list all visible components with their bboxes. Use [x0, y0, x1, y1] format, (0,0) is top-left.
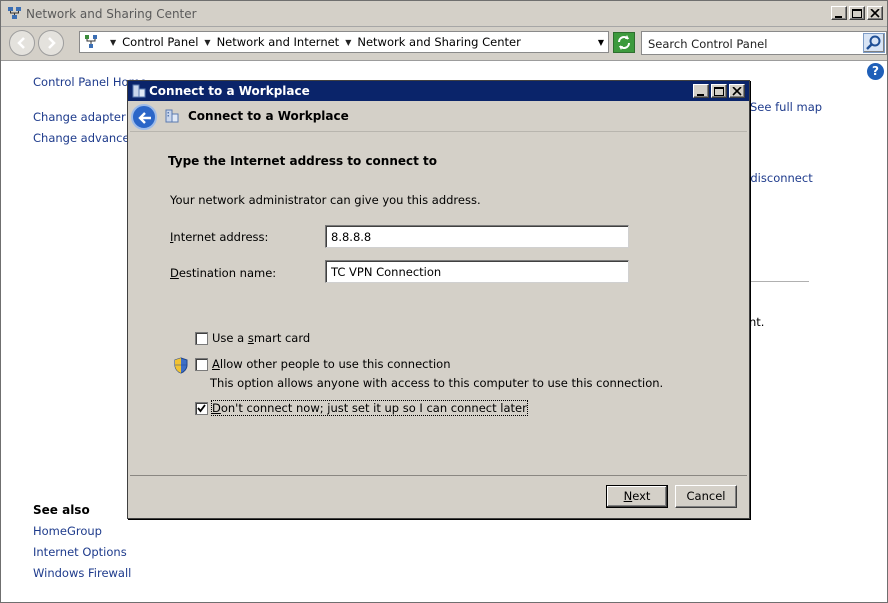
address-bar[interactable]: ▼ Control Panel ▼ Network and Internet ▼… — [79, 31, 609, 53]
uac-shield-icon — [174, 357, 188, 374]
next-button[interactable]: Next — [606, 485, 668, 508]
forward-arrow-icon — [48, 37, 56, 49]
minimize-button[interactable] — [831, 6, 847, 20]
back-arrow-icon — [138, 112, 151, 124]
wizard-content: Type the Internet address to connect to … — [130, 131, 747, 476]
wizard-title: Connect to a Workplace — [188, 109, 349, 123]
see-full-map-link[interactable]: See full map — [750, 100, 822, 114]
background-text-fragment: nt. — [749, 315, 765, 329]
disconnect-link[interactable]: r disconnect — [742, 171, 813, 185]
maximize-button[interactable] — [849, 6, 865, 20]
workplace-icon — [132, 84, 146, 98]
wizard-header: Connect to a Workplace — [128, 101, 749, 131]
maximize-icon — [714, 87, 724, 96]
address-dropdown-icon[interactable]: ▼ — [598, 38, 604, 47]
navigation-bar: ▼ Control Panel ▼ Network and Internet ▼… — [1, 27, 887, 61]
dialog-title: Connect to a Workplace — [149, 84, 310, 98]
dialog-close-button[interactable] — [729, 84, 745, 98]
network-app-icon — [8, 7, 21, 19]
dont-connect-now-checkbox[interactable] — [195, 402, 208, 415]
internet-address-input[interactable] — [325, 225, 629, 248]
minimize-icon — [835, 16, 842, 18]
breadcrumb-network-sharing-center[interactable]: Network and Sharing Center — [357, 35, 520, 49]
help-icon[interactable]: ? — [867, 63, 884, 80]
connect-workplace-dialog: Connect to a Workplace Connect to a Work… — [127, 80, 750, 519]
search-box[interactable]: Search Control Panel — [641, 31, 887, 55]
search-button[interactable] — [863, 33, 885, 53]
allow-others-label[interactable]: Allow other people to use this connectio… — [212, 357, 451, 371]
back-nav-button[interactable] — [9, 30, 35, 56]
check-icon — [197, 404, 206, 413]
page-heading: Type the Internet address to connect to — [168, 154, 438, 168]
allow-others-note: This option allows anyone with access to… — [210, 376, 664, 390]
dont-connect-now-label[interactable]: Don't connect now; just set it up so I c… — [211, 400, 528, 416]
see-also-heading: See also — [33, 503, 90, 517]
windows-firewall-link[interactable]: Windows Firewall — [33, 566, 131, 580]
chevron-down-icon[interactable]: ▼ — [110, 38, 116, 47]
homegroup-link[interactable]: HomeGroup — [33, 524, 102, 538]
close-icon — [732, 87, 742, 96]
search-placeholder: Search Control Panel — [648, 37, 768, 51]
breadcrumb-network-internet[interactable]: Network and Internet — [217, 35, 340, 49]
back-arrow-icon — [17, 37, 25, 49]
internet-address-label: Internet address: — [170, 230, 269, 244]
chevron-down-icon[interactable]: ▼ — [345, 38, 351, 47]
description-text: Your network administrator can give you … — [170, 193, 481, 207]
workplace-network-icon — [165, 109, 179, 123]
breadcrumb-control-panel[interactable]: Control Panel — [122, 35, 198, 49]
dialog-maximize-button[interactable] — [711, 84, 727, 98]
refresh-icon — [618, 35, 630, 50]
dialog-minimize-button[interactable] — [693, 84, 709, 98]
search-icon — [866, 35, 881, 50]
close-icon — [870, 9, 880, 18]
allow-others-checkbox[interactable] — [195, 358, 208, 371]
cancel-button[interactable]: Cancel — [675, 485, 737, 508]
divider — [749, 281, 809, 282]
chevron-down-icon[interactable]: ▼ — [204, 38, 210, 47]
window-titlebar[interactable]: Network and Sharing Center — [1, 1, 887, 27]
forward-nav-button[interactable] — [38, 30, 64, 56]
minimize-icon — [697, 94, 704, 96]
internet-options-link[interactable]: Internet Options — [33, 545, 127, 559]
smart-card-label[interactable]: Use a smart card — [212, 331, 310, 345]
close-button[interactable] — [867, 6, 883, 20]
network-location-icon — [85, 35, 97, 48]
destination-name-label: Destination name: — [170, 266, 277, 280]
maximize-icon — [852, 9, 862, 18]
dialog-titlebar[interactable]: Connect to a Workplace — [128, 81, 749, 101]
smart-card-checkbox[interactable] — [195, 332, 208, 345]
window-title: Network and Sharing Center — [26, 7, 197, 21]
destination-name-input[interactable] — [325, 260, 629, 283]
wizard-back-button[interactable] — [131, 104, 157, 130]
refresh-button[interactable] — [613, 32, 635, 53]
